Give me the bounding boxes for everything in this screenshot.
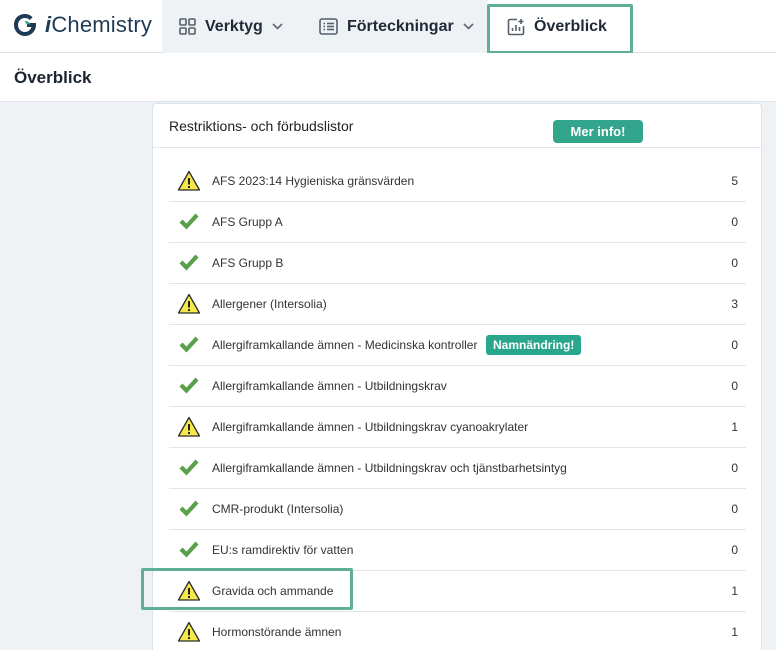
row-name[interactable]: Allergiframkallande ämnen - Utbildningsk… xyxy=(212,379,447,393)
logo-text: iChemistry xyxy=(45,12,153,37)
warning-icon xyxy=(177,169,201,193)
checkmark-icon xyxy=(177,333,201,357)
list-row[interactable]: Allergiframkallande ämnen - Utbildningsk… xyxy=(169,366,746,407)
list-row[interactable]: AFS Grupp B 0 xyxy=(169,243,746,284)
list-icon xyxy=(319,18,338,35)
list-row[interactable]: AFS 2023:14 Hygieniska gränsvärden 5 xyxy=(169,161,746,202)
nav-forteckningar[interactable]: Förteckningar xyxy=(304,0,488,53)
chevron-down-icon xyxy=(463,23,474,30)
nav-verktyg-label: Verktyg xyxy=(205,17,263,35)
row-name[interactable]: AFS Grupp B xyxy=(212,256,283,270)
list-row[interactable]: Hormonstörande ämnen 1 xyxy=(169,612,746,650)
card-title: Restriktions- och förbudslistor xyxy=(169,118,354,134)
row-count: 5 xyxy=(731,174,738,188)
list-row[interactable]: Allergiframkallande ämnen - Utbildningsk… xyxy=(169,407,746,448)
row-count: 0 xyxy=(731,461,738,475)
checkmark-icon xyxy=(177,456,201,480)
row-name[interactable]: EU:s ramdirektiv för vatten xyxy=(212,543,353,557)
page-title: Överblick xyxy=(14,68,92,87)
checkmark-icon xyxy=(177,251,201,275)
row-count: 0 xyxy=(731,215,738,229)
row-name[interactable]: CMR-produkt (Intersolia) xyxy=(212,502,343,516)
nav-forteckningar-label: Förteckningar xyxy=(347,17,454,35)
card-header: Restriktions- och förbudslistor Mer info… xyxy=(153,104,761,148)
nav-overblick[interactable]: Överblick xyxy=(489,0,632,53)
list-row[interactable]: Allergiframkallande ämnen - Utbildningsk… xyxy=(169,448,746,489)
more-info-button[interactable]: Mer info! xyxy=(553,120,643,143)
row-name[interactable]: Allergiframkallande ämnen - Utbildningsk… xyxy=(212,461,567,475)
nav-verktyg[interactable]: Verktyg xyxy=(162,0,304,53)
row-count: 1 xyxy=(731,420,738,434)
warning-icon xyxy=(177,415,201,439)
row-name[interactable]: AFS 2023:14 Hygieniska gränsvärden xyxy=(212,174,414,188)
nav-overblick-label: Överblick xyxy=(534,17,607,35)
row-name[interactable]: Gravida och ammande xyxy=(212,584,333,598)
row-count: 0 xyxy=(731,502,738,516)
row-count: 0 xyxy=(731,543,738,557)
row-count: 0 xyxy=(731,379,738,393)
rename-badge: Namnändring! xyxy=(486,335,582,355)
list-row[interactable]: EU:s ramdirektiv för vatten 0 xyxy=(169,530,746,571)
list-row[interactable]: AFS Grupp A 0 xyxy=(169,202,746,243)
logo-leaf-icon xyxy=(14,14,36,36)
list-row[interactable]: Allergiframkallande ämnen - Medicinska k… xyxy=(169,325,746,366)
row-name[interactable]: Allergiframkallande ämnen - Medicinska k… xyxy=(212,338,477,352)
page-title-bar: Överblick xyxy=(0,53,776,102)
row-count: 0 xyxy=(731,256,738,270)
checkmark-icon xyxy=(177,210,201,234)
row-name[interactable]: Allergener (Intersolia) xyxy=(212,297,327,311)
list-row[interactable]: Gravida och ammande 1 xyxy=(169,571,746,612)
list-row[interactable]: CMR-produkt (Intersolia) 0 xyxy=(169,489,746,530)
warning-icon xyxy=(177,579,201,603)
app-logo[interactable]: iChemistry xyxy=(12,10,152,40)
restriction-list: AFS 2023:14 Hygieniska gränsvärden 5 AFS G… xyxy=(169,161,746,650)
checkmark-icon xyxy=(177,497,201,521)
grid-icon xyxy=(179,18,196,35)
row-name[interactable]: Allergiframkallande ämnen - Utbildningsk… xyxy=(212,420,528,434)
row-count: 0 xyxy=(731,338,738,352)
top-navigation: iChemistry Verktyg Förteckningar Överbli… xyxy=(0,0,776,54)
checkmark-icon xyxy=(177,538,201,562)
row-count: 3 xyxy=(731,297,738,311)
warning-icon xyxy=(177,620,201,644)
chart-icon xyxy=(507,18,525,36)
chevron-down-icon xyxy=(272,23,283,30)
checkmark-icon xyxy=(177,374,201,398)
warning-icon xyxy=(177,292,201,316)
row-count: 1 xyxy=(731,584,738,598)
row-name[interactable]: AFS Grupp A xyxy=(212,215,283,229)
list-row[interactable]: Allergener (Intersolia) 3 xyxy=(169,284,746,325)
row-count: 1 xyxy=(731,625,738,639)
row-name[interactable]: Hormonstörande ämnen xyxy=(212,625,341,639)
restriction-lists-card: Restriktions- och förbudslistor Mer info… xyxy=(152,103,762,650)
